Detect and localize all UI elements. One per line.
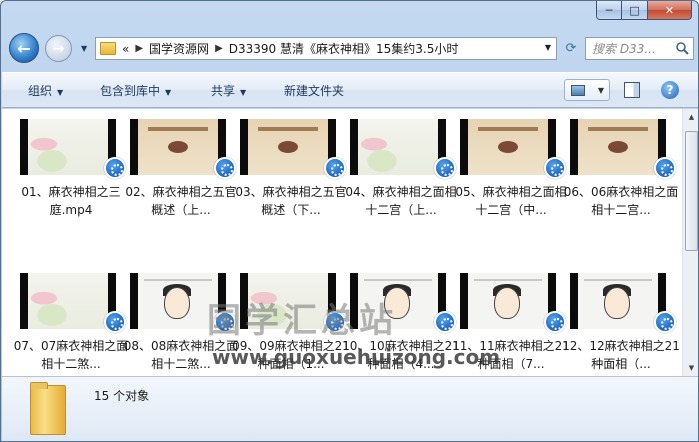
video-thumbnail xyxy=(20,119,116,175)
media-player-icon xyxy=(544,311,566,333)
file-name: 12、12麻衣神相之21种面相（... xyxy=(562,339,680,371)
scrollbar-thumb[interactable] xyxy=(685,131,698,251)
file-name: 03、麻衣神相之五官概述（下... xyxy=(235,185,347,217)
chevron-down-icon: ▼ xyxy=(57,88,64,97)
organize-menu[interactable]: 组织 ▼ xyxy=(28,82,63,99)
caption-buttons: ─ □ ✕ xyxy=(596,1,692,20)
media-player-icon xyxy=(214,157,236,179)
forward-arrow-icon: → xyxy=(52,40,65,57)
scroll-down-icon[interactable]: ▼ xyxy=(684,360,698,376)
help-button[interactable]: ? xyxy=(661,81,679,99)
new-folder-button[interactable]: 新建文件夹 xyxy=(284,82,344,99)
face-diagram-image xyxy=(138,273,218,329)
lecture-slide-image xyxy=(578,119,658,175)
lecture-slide-image xyxy=(138,119,218,175)
breadcrumb-overflow[interactable]: « xyxy=(122,42,129,56)
lecture-slide-image xyxy=(248,119,328,175)
folder-icon xyxy=(30,382,66,435)
video-thumbnail xyxy=(460,273,556,329)
back-arrow-icon: ← xyxy=(17,38,31,58)
help-icon: ? xyxy=(666,83,674,97)
media-player-icon xyxy=(104,311,126,333)
video-thumbnail xyxy=(20,273,116,329)
watermark-title: 国学汇总站 xyxy=(207,301,397,341)
lotus-slide-image xyxy=(28,273,108,329)
new-folder-label: 新建文件夹 xyxy=(284,84,345,98)
include-in-library-menu[interactable]: 包含到库中 ▼ xyxy=(100,82,171,99)
video-thumbnail xyxy=(350,119,446,175)
preview-pane-button[interactable] xyxy=(624,82,640,98)
command-bar: 组织 ▼ 包含到库中 ▼ 共享 ▼ 新建文件夹 ▼ ? xyxy=(2,72,698,108)
file-name: 07、07麻衣神相之面相十二煞... xyxy=(13,339,129,371)
breadcrumb-separator-icon[interactable]: ▶ xyxy=(135,43,143,54)
change-view-button[interactable]: ▼ xyxy=(564,79,610,101)
media-player-icon xyxy=(434,311,456,333)
file-name: 05、麻衣神相之面相十二宫（中... xyxy=(455,185,567,217)
media-player-icon xyxy=(104,157,126,179)
video-thumbnail xyxy=(570,119,666,175)
explorer-window: ─ □ ✕ ← → ▼ « ▶ 国学资源网 ▶ D33390 慧清《麻衣神相》1… xyxy=(0,0,699,442)
face-diagram-image xyxy=(578,273,658,329)
address-dropdown-icon[interactable]: ▼ xyxy=(545,43,551,52)
face-diagram-image xyxy=(468,273,548,329)
file-name: 01、麻衣神相之三庭.mp4 xyxy=(21,185,121,217)
lotus-slide-image xyxy=(28,119,108,175)
minimize-button[interactable]: ─ xyxy=(596,1,622,20)
media-player-icon xyxy=(654,157,676,179)
details-pane: 15 个对象 xyxy=(2,376,698,441)
file-name: 02、麻衣神相之五官概述（上... xyxy=(125,185,237,217)
lotus-slide-image xyxy=(358,119,438,175)
video-thumbnail xyxy=(570,273,666,329)
navigation-bar: ← → ▼ « ▶ 国学资源网 ▶ D33390 慧清《麻衣神相》15集约3.5… xyxy=(1,29,698,65)
file-name: 04、麻衣神相之面相十二宫（上... xyxy=(345,185,457,217)
include-in-library-label: 包含到库中 xyxy=(100,84,161,98)
refresh-button[interactable]: ⟳ xyxy=(559,37,583,60)
breadcrumb-separator-icon[interactable]: ▶ xyxy=(215,43,223,54)
view-thumbnail-icon xyxy=(571,84,585,96)
breadcrumb-item-current[interactable]: D33390 慧清《麻衣神相》15集约3.5小时 xyxy=(229,40,459,57)
forward-button[interactable]: → xyxy=(45,35,72,62)
share-menu[interactable]: 共享 ▼ xyxy=(211,82,246,99)
maximize-button[interactable]: □ xyxy=(622,1,648,20)
media-player-icon xyxy=(324,157,346,179)
share-label: 共享 xyxy=(211,84,236,98)
lecture-slide-image xyxy=(468,119,548,175)
chevron-down-icon: ▼ xyxy=(240,88,247,97)
item-count: 15 个对象 xyxy=(94,389,150,403)
search-placeholder: 搜索 D33... xyxy=(592,42,656,56)
chevron-down-icon: ▼ xyxy=(165,88,172,97)
organize-label: 组织 xyxy=(28,84,53,98)
address-bar[interactable]: « ▶ 国学资源网 ▶ D33390 慧清《麻衣神相》15集约3.5小时 ▼ xyxy=(95,37,557,60)
watermark-url: www.guoxuehuizong.com xyxy=(212,345,501,369)
media-player-icon xyxy=(654,311,676,333)
video-thumbnail xyxy=(460,119,556,175)
scroll-up-icon[interactable]: ▲ xyxy=(684,109,698,125)
refresh-icon: ⟳ xyxy=(565,41,577,56)
folder-icon xyxy=(100,42,116,55)
recent-pages-dropdown-icon[interactable]: ▼ xyxy=(81,44,87,53)
vertical-scrollbar[interactable]: ▲ ▼ xyxy=(682,109,698,376)
media-player-icon xyxy=(544,157,566,179)
video-thumbnail xyxy=(130,119,226,175)
chevron-down-icon[interactable]: ▼ xyxy=(598,86,604,95)
media-player-icon xyxy=(434,157,456,179)
close-button[interactable]: ✕ xyxy=(648,1,692,20)
file-name: 06、06麻衣神相之面相十二宫... xyxy=(563,185,679,217)
file-list: 01、麻衣神相之三庭.mp4 02、麻衣神相之五官概述（上... 03、麻衣神相之五… xyxy=(2,109,698,376)
breadcrumb-item-root[interactable]: 国学资源网 xyxy=(149,40,209,57)
back-button[interactable]: ← xyxy=(9,33,39,63)
search-input[interactable]: 搜索 D33... xyxy=(585,37,694,60)
search-icon xyxy=(676,42,689,55)
video-thumbnail xyxy=(240,119,336,175)
